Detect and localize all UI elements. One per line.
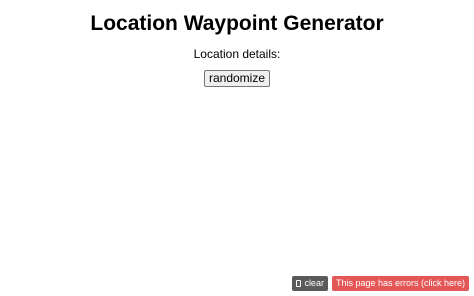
randomize-button[interactable]: randomize xyxy=(203,70,271,87)
clear-button[interactable]: clear xyxy=(292,276,328,291)
location-details-label: Location details: xyxy=(193,47,281,61)
console-bar: clear This page has errors (click here) xyxy=(292,276,469,291)
page-title: Location Waypoint Generator xyxy=(90,12,384,35)
clear-button-label: clear xyxy=(304,278,324,288)
clear-icon xyxy=(296,280,302,287)
page: Location Waypoint Generator Location det… xyxy=(0,0,474,296)
errors-button[interactable]: This page has errors (click here) xyxy=(331,276,469,291)
randomize-container: randomize xyxy=(0,69,474,87)
